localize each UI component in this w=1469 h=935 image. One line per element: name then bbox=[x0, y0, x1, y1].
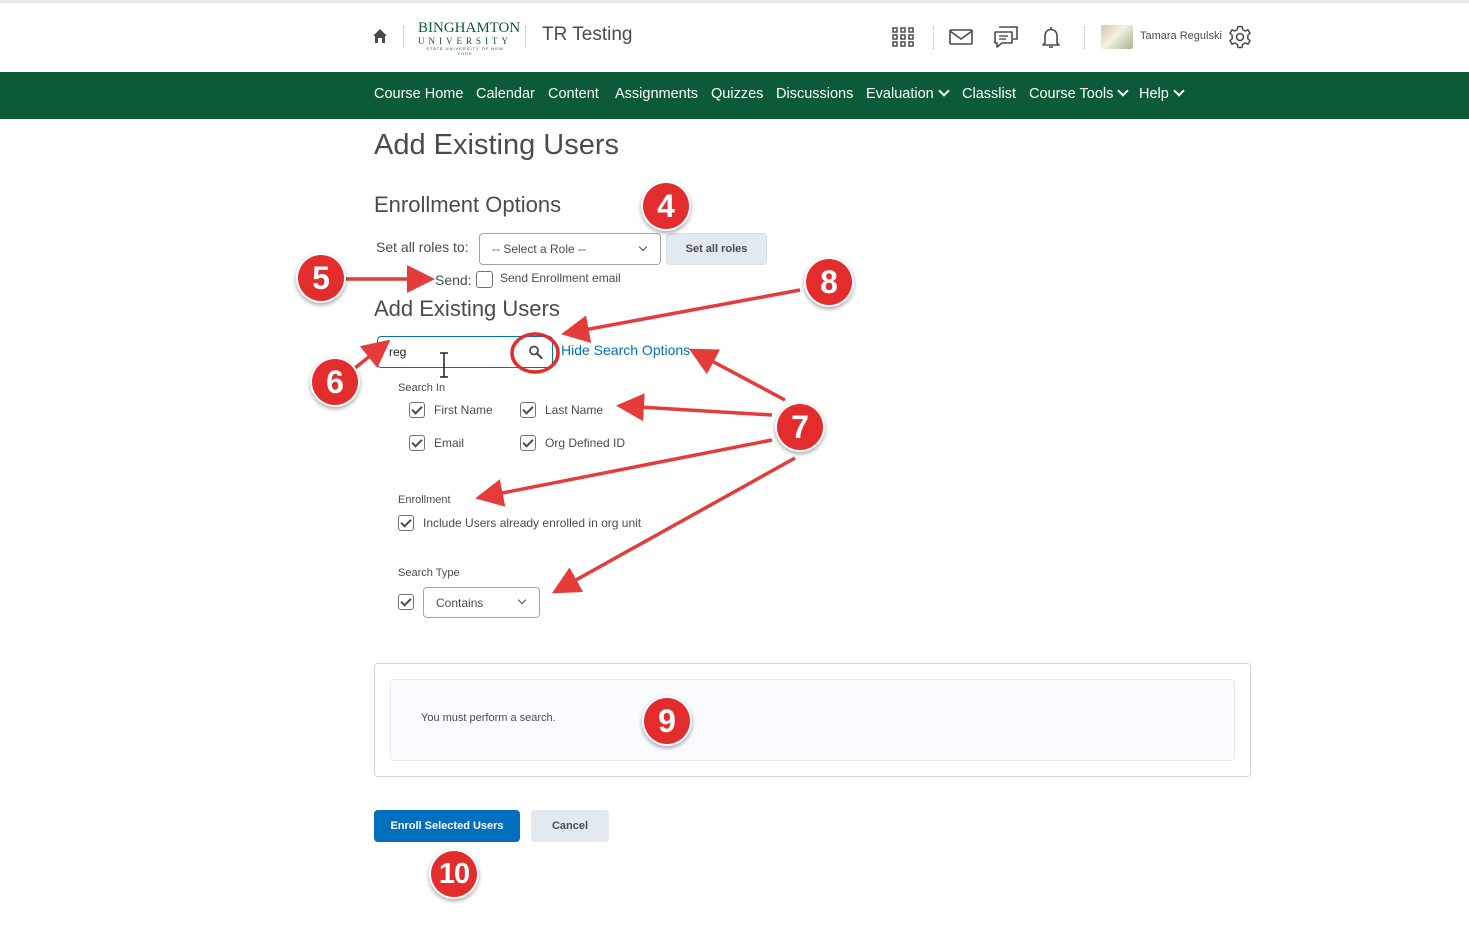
annotation-badge-4: 4 bbox=[643, 183, 689, 229]
annotation-badge-5: 5 bbox=[298, 255, 344, 301]
arrow-7c bbox=[475, 438, 773, 507]
annotation-arrows bbox=[344, 265, 801, 594]
annotation-badge-6: 6 bbox=[312, 359, 358, 405]
annotation-badge-10: 10 bbox=[431, 851, 477, 897]
annotation-badge-7: 7 bbox=[777, 404, 823, 450]
arrow-6 bbox=[353, 339, 391, 370]
arrow-8 bbox=[561, 288, 801, 343]
arrow-7b bbox=[616, 393, 773, 422]
arrow-7a bbox=[688, 348, 786, 402]
annotation-badge-9: 9 bbox=[644, 698, 690, 744]
search-button-highlight-circle bbox=[510, 332, 560, 374]
arrow-7d bbox=[551, 456, 796, 594]
annotation-badge-8: 8 bbox=[806, 259, 852, 305]
